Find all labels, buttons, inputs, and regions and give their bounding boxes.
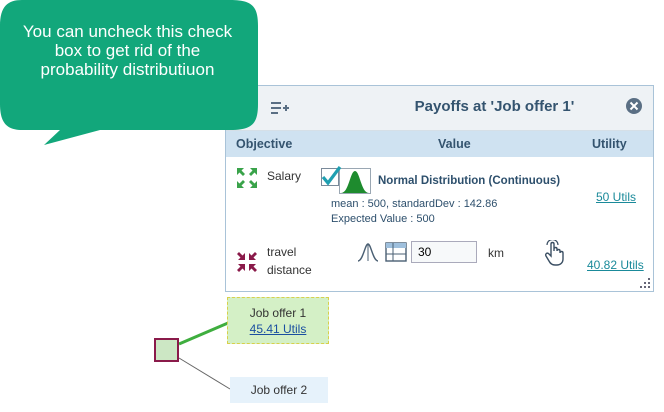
close-icon[interactable] — [625, 97, 643, 115]
travel-distance-input[interactable] — [411, 241, 477, 263]
node-job-offer-1[interactable]: Job offer 1 45.41 Utils — [227, 297, 329, 344]
callout-text: You can uncheck this check box to get ri… — [22, 22, 233, 79]
node-title: Job offer 2 — [250, 383, 308, 397]
node-title: Job offer 1 — [249, 306, 307, 320]
hand-pointer-icon[interactable] — [544, 240, 566, 266]
branch-line-job-offer-1 — [178, 321, 229, 346]
column-utility: Utility — [592, 137, 627, 151]
table-icon[interactable] — [385, 242, 407, 262]
unit-label: km — [488, 246, 504, 260]
resize-grip-icon[interactable] — [640, 278, 650, 288]
utility-link-salary[interactable]: 50 Utils — [596, 190, 636, 204]
distribution-name[interactable]: Normal Distribution (Continuous) — [378, 175, 560, 187]
node-job-offer-2[interactable]: Job offer 2 — [230, 377, 328, 403]
compress-arrows-icon — [237, 252, 257, 272]
expand-arrows-icon — [237, 168, 257, 188]
column-value: Value — [438, 137, 471, 151]
distribution-checkbox[interactable] — [321, 165, 373, 195]
utility-link-travel[interactable]: 40.82 Utils — [587, 258, 644, 272]
node-utility-link[interactable]: 45.41 Utils — [228, 322, 328, 336]
objective-row-travel-distance: travel distance km 40.82 Utils — [226, 238, 653, 288]
expected-value: Expected Value : 500 — [331, 213, 435, 225]
objective-label-distance: distance — [267, 263, 312, 277]
objective-label-salary: Salary — [267, 169, 302, 183]
decision-node[interactable] — [154, 338, 179, 362]
branch-line-job-offer-2 — [178, 357, 231, 390]
objective-row-salary: Salary Normal Distribution (Continuous) … — [226, 157, 653, 232]
distribution-shape-icon[interactable] — [357, 242, 379, 262]
distribution-params: mean : 500, standardDev : 142.86 — [331, 198, 498, 210]
objective-label-travel: travel — [267, 245, 297, 259]
